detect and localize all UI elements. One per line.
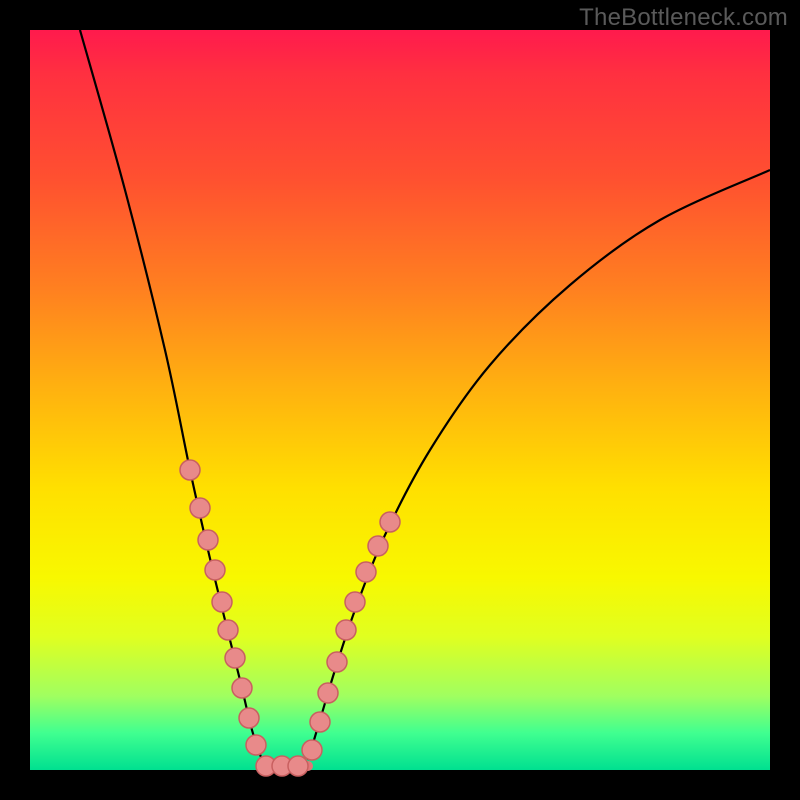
marker-dot bbox=[232, 678, 252, 698]
marker-dot bbox=[336, 620, 356, 640]
marker-dot bbox=[225, 648, 245, 668]
marker-dot bbox=[212, 592, 232, 612]
marker-dot bbox=[345, 592, 365, 612]
marker-dot bbox=[318, 683, 338, 703]
marker-group bbox=[180, 460, 400, 776]
marker-dot bbox=[180, 460, 200, 480]
marker-dot bbox=[302, 740, 322, 760]
marker-dot bbox=[205, 560, 225, 580]
marker-dot bbox=[239, 708, 259, 728]
chart-svg bbox=[30, 30, 770, 770]
marker-dot bbox=[198, 530, 218, 550]
marker-dot bbox=[310, 712, 330, 732]
marker-dot bbox=[380, 512, 400, 532]
marker-dot bbox=[246, 735, 266, 755]
marker-dot bbox=[190, 498, 210, 518]
marker-dot bbox=[327, 652, 347, 672]
marker-dot bbox=[218, 620, 238, 640]
curve-right bbox=[308, 170, 770, 760]
watermark-text: TheBottleneck.com bbox=[579, 4, 788, 32]
marker-dot bbox=[368, 536, 388, 556]
marker-dot bbox=[356, 562, 376, 582]
marker-dot bbox=[288, 756, 308, 776]
